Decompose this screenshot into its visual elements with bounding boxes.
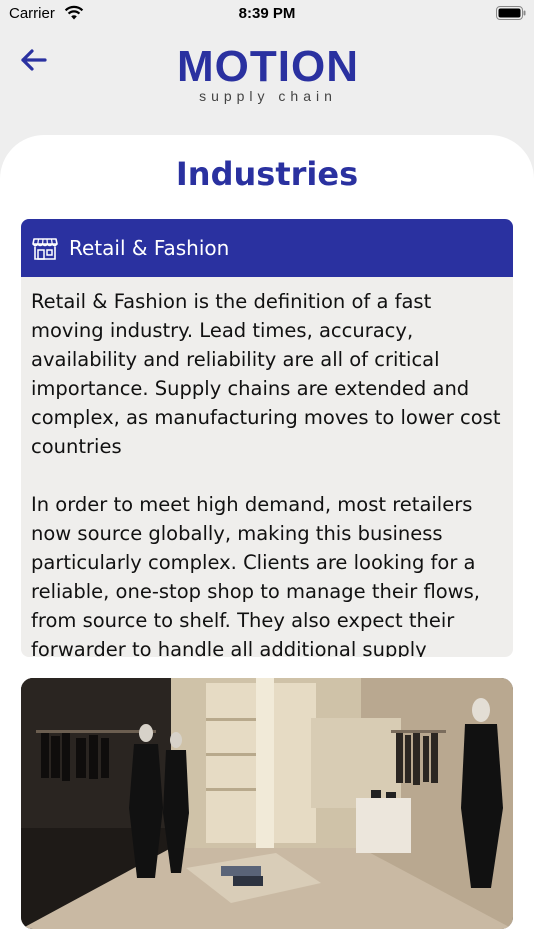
content-card: Industries Retail & Fashion Retail & Fas… bbox=[0, 135, 534, 950]
storefront-icon bbox=[32, 238, 58, 260]
section-body: Retail & Fashion is the definition of a … bbox=[31, 287, 505, 657]
page-title: Industries bbox=[175, 155, 359, 193]
store-photo bbox=[21, 678, 513, 929]
paragraph: Retail & Fashion is the definition of a … bbox=[31, 290, 501, 458]
arrow-left-icon bbox=[21, 49, 47, 71]
section-header: Retail & Fashion bbox=[21, 219, 513, 277]
logo-wordmark: MOTION bbox=[177, 42, 359, 91]
logo-tagline: supply chain bbox=[199, 88, 337, 104]
status-bar: Carrier 8:39 PM bbox=[0, 0, 534, 30]
paragraph: In order to meet high demand, most retai… bbox=[31, 493, 480, 657]
brand-logo: MOTION supply chain bbox=[168, 44, 368, 106]
store-interior-image bbox=[21, 678, 513, 929]
back-button[interactable] bbox=[16, 44, 50, 76]
clock: 8:39 PM bbox=[238, 5, 296, 22]
battery-icon bbox=[496, 6, 526, 20]
section-title: Retail & Fashion bbox=[69, 236, 230, 260]
industry-section: Retail & Fashion Retail & Fashion is the… bbox=[21, 219, 513, 657]
